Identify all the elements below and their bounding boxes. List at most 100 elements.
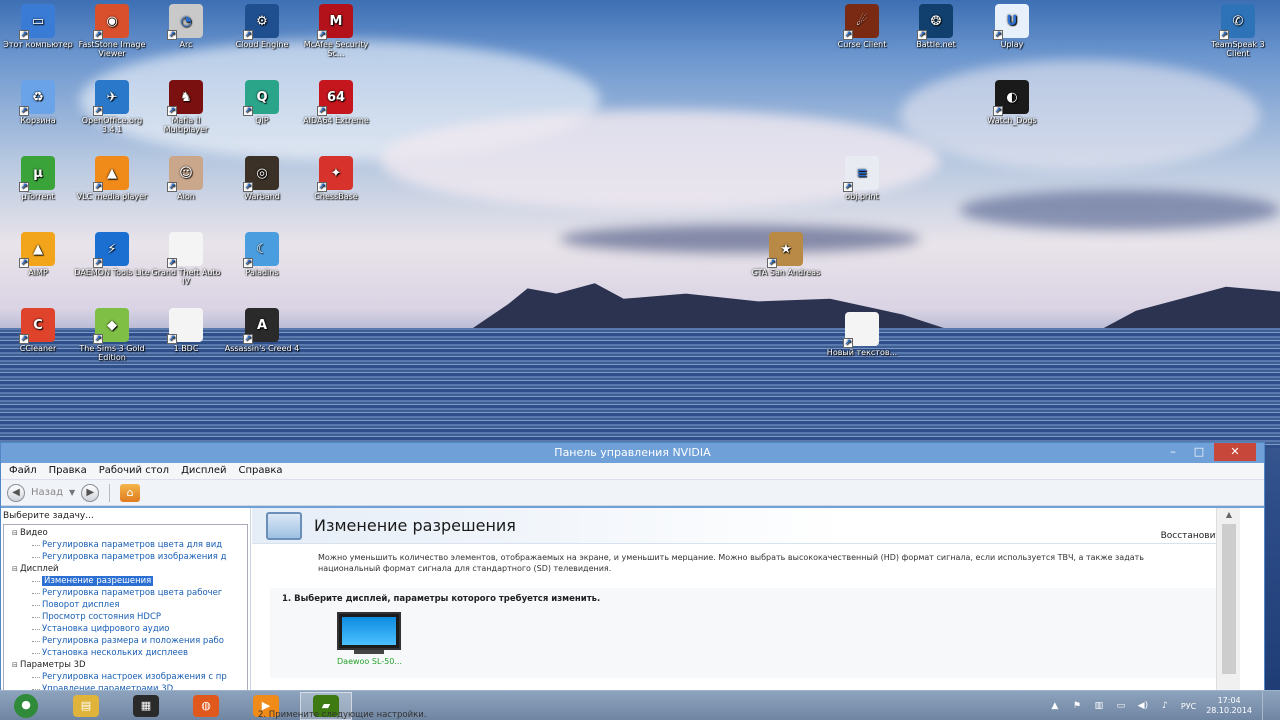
desktop-shortcut-label: 1.BDC	[173, 344, 199, 353]
desktop-shortcut[interactable]: A ↗ Assassin's Creed 4	[224, 308, 300, 353]
menu-bar: Файл Правка Рабочий стол Дисплей Справка	[1, 463, 1264, 480]
desktop-shortcut[interactable]: ☺ ↗ Aion	[148, 156, 224, 201]
desktop-shortcut[interactable]: Q ↗ QIP	[224, 80, 300, 125]
desktop-shortcut[interactable]: ★ ↗ GTA San Andreas	[748, 232, 824, 277]
desktop-shortcut[interactable]: ◆ ↗ The Sims 3 Gold Edition	[74, 308, 150, 362]
desktop-shortcut-label: Assassin's Creed 4	[224, 344, 300, 353]
scroll-up-icon[interactable]: ▲	[1217, 508, 1240, 522]
task-pane-label: Выберите задачу...	[3, 511, 94, 521]
tree-item-selected[interactable]: Изменение разрешения	[4, 575, 247, 587]
display-selector-monitor[interactable]: Daewoo SL-50...	[337, 612, 402, 666]
firefox-icon: ◍	[193, 694, 219, 717]
menu-display[interactable]: Дисплей	[175, 463, 232, 479]
tree-expand-icon[interactable]: ⊟	[12, 527, 20, 539]
back-arrow-icon[interactable]: ◀	[7, 483, 25, 502]
desktop-shortcut[interactable]: ⚡ ↗ DAEMON Tools Lite	[74, 232, 150, 277]
vertical-scrollbar[interactable]: ▲	[1216, 508, 1240, 693]
desktop-shortcut[interactable]: ✈ ↗ OpenOffice.org 3.4.1	[74, 80, 150, 134]
cloud-engine-icon: ⚙ ↗	[243, 4, 279, 40]
tree-label: Регулировка параметров цвета для вид	[42, 540, 223, 550]
clock[interactable]: 17:04 28.10.2014	[1206, 696, 1252, 716]
maximize-button[interactable]: □	[1186, 443, 1212, 461]
desktop-shortcut[interactable]: M ↗ McAfee Security Sc...	[298, 4, 374, 58]
tree-item[interactable]: Поворот дисплея	[4, 599, 247, 611]
desktop-shortcut[interactable]: ▲ ↗ AIMP	[0, 232, 76, 277]
flag-icon[interactable]: ⚑	[1071, 700, 1083, 712]
desktop-shortcut-label: AIDA64 Extreme	[303, 116, 369, 125]
window-titlebar[interactable]: Панель управления NVIDIA – □ ✕	[1, 443, 1264, 463]
menu-edit[interactable]: Правка	[43, 463, 93, 479]
desktop-shortcut[interactable]: ✆ ↗ TeamSpeak 3 Client	[1200, 4, 1276, 58]
toolbar: ◀ Назад ▼ ▶ ⌂	[1, 480, 1264, 506]
back-button-label[interactable]: Назад	[31, 487, 63, 498]
desktop-shortcut-label: VLC media player	[76, 192, 148, 201]
shortcut-arrow-icon: ↗	[19, 258, 29, 268]
tree-item[interactable]: Просмотр состояния HDCP	[4, 611, 247, 623]
window-body: Выберите задачу... ⊟ Видео Регулировка пар…	[1, 508, 1264, 693]
tree-expand-icon[interactable]: ⊟	[12, 563, 20, 575]
tree-item[interactable]: Регулировка настроек изображения с пр	[4, 671, 247, 683]
show-desktop-button[interactable]	[1262, 691, 1270, 720]
scrollbar-thumb[interactable]	[1221, 524, 1236, 674]
desktop-shortcut[interactable]: ✦ ↗ ChessBase	[298, 156, 374, 201]
desktop-shortcut[interactable]: ◉ ↗ FastStone Image Viewer	[74, 4, 150, 58]
desktop-shortcut-label: Mafia II Multiplayer	[163, 116, 209, 134]
desktop-shortcut[interactable]: ◐ ↗ Watch_Dogs	[974, 80, 1050, 125]
tree-item[interactable]: Регулировка параметров цвета рабочег	[4, 587, 247, 599]
volume-icon[interactable]: ◀)	[1137, 700, 1149, 712]
minimize-button[interactable]: –	[1160, 443, 1186, 461]
forward-arrow-icon[interactable]: ▶	[81, 483, 100, 502]
taskbar-app-button[interactable]: ◍	[180, 692, 232, 720]
desktop-shortcut[interactable]: ▭ ↗ Этот компьютер	[0, 4, 76, 49]
taskbar-app-button[interactable]: ▦	[120, 692, 172, 720]
gta-iv-icon: ↗	[167, 232, 203, 268]
desktop-shortcut[interactable]: ↗ Grand Theft Auto IV	[148, 232, 224, 286]
taskbar-app-button[interactable]: ▤	[60, 692, 112, 720]
tree-item[interactable]: Установка цифрового аудио	[4, 623, 247, 635]
clock-time: 17:04	[1217, 696, 1241, 705]
close-button[interactable]: ✕	[1214, 443, 1256, 461]
menu-help[interactable]: Справка	[232, 463, 288, 479]
desktop-shortcut-label: Корзина	[20, 116, 56, 125]
back-history-dropdown-icon[interactable]: ▼	[69, 488, 75, 497]
desktop-shortcut[interactable]: C ↗ CCleaner	[0, 308, 76, 353]
desktop-shortcut[interactable]: ☾ ↗ Paladins	[224, 232, 300, 277]
menu-file[interactable]: Файл	[3, 463, 43, 479]
desktop-shortcut[interactable]: ◎ ↗ Warband	[224, 156, 300, 201]
desktop-shortcut[interactable]: U ↗ Uplay	[974, 4, 1050, 49]
tray-arrow-icon[interactable]: ▲	[1049, 700, 1061, 712]
display-tray-icon[interactable]: ▭	[1115, 700, 1127, 712]
tree-item[interactable]: Регулировка размера и положения рабо	[4, 635, 247, 647]
taskbar-app-button[interactable]: ●	[0, 692, 52, 720]
shortcut-arrow-icon: ↗	[317, 30, 327, 40]
desktop-shortcut[interactable]: ▲ ↗ VLC media player	[74, 156, 150, 201]
tree-label: Дисплей	[20, 564, 59, 574]
network-icon[interactable]: ▥	[1093, 700, 1105, 712]
desktop-shortcut[interactable]: ⚙ ↗ Cloud Engine	[224, 4, 300, 49]
desktop-shortcut[interactable]: µ ↗ µTorrent	[0, 156, 76, 201]
desktop-shortcut[interactable]: 64 ↗ AIDA64 Extreme	[298, 80, 374, 125]
desktop-shortcut[interactable]: ◔ ↗ Arc	[148, 4, 224, 49]
desktop-shortcut[interactable]: ☄ ↗ Curse Client	[824, 4, 900, 49]
menu-desktop[interactable]: Рабочий стол	[93, 463, 175, 479]
tree-category[interactable]: ⊟ Параметры 3D	[4, 659, 247, 671]
home-icon[interactable]: ⌂	[120, 483, 141, 502]
tree-label: Регулировка параметров цвета рабочег	[42, 588, 223, 598]
language-indicator[interactable]: РУС	[1181, 702, 1196, 711]
desktop-shortcut[interactable]: ≡ ↗ obj.print	[824, 156, 900, 201]
tree-category[interactable]: ⊟ Видео	[4, 527, 247, 539]
desktop-shortcut[interactable]: ↗ Новый текстов...	[824, 312, 900, 357]
desktop-shortcut[interactable]: ♞ ↗ Mafia II Multiplayer	[148, 80, 224, 134]
speaker-icon[interactable]: ♪	[1159, 700, 1171, 712]
tree-label: Видео	[20, 528, 48, 538]
tree-item[interactable]: Регулировка параметров цвета для вид	[4, 539, 247, 551]
tree-item[interactable]: Установка нескольких дисплеев	[4, 647, 247, 659]
tree-item[interactable]: Регулировка параметров изображения д	[4, 551, 247, 563]
tree-category[interactable]: ⊟ Дисплей	[4, 563, 247, 575]
desktop-shortcut[interactable]: ♻ ↗ Корзина	[0, 80, 76, 125]
desktop-shortcut[interactable]: ❂ ↗ Battle.net	[898, 4, 974, 49]
desktop-shortcut[interactable]: ↗ 1.BDC	[148, 308, 224, 353]
system-tray: ▲ ⚑ ▥ ▭ ◀) ♪ РУС 17:04 28.10.2014	[1049, 691, 1280, 720]
tree-expand-icon[interactable]: ⊟	[12, 659, 20, 671]
task-tree[interactable]: ⊟ Видео Регулировка параметров цвета для в…	[3, 524, 248, 693]
